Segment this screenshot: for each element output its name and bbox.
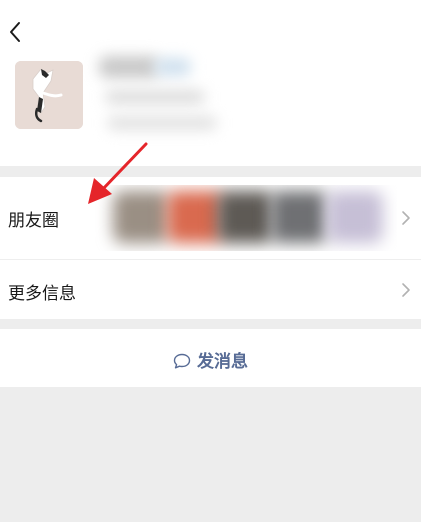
send-message-label: 发消息 bbox=[197, 352, 248, 372]
profile-header bbox=[0, 0, 421, 166]
more-info-label: 更多信息 bbox=[8, 284, 76, 304]
chevron-right-icon bbox=[401, 282, 411, 298]
more-info-row[interactable]: 更多信息 bbox=[0, 259, 421, 319]
moments-label: 朋友圈 bbox=[8, 211, 59, 231]
send-message-button[interactable]: 发消息 bbox=[0, 329, 421, 387]
chevron-left-icon bbox=[10, 22, 20, 42]
back-button[interactable] bbox=[4, 18, 28, 46]
moments-thumbnails-blurred bbox=[95, 185, 397, 251]
avatar[interactable] bbox=[15, 61, 83, 129]
profile-info-blurred bbox=[95, 50, 235, 150]
chevron-right-icon bbox=[401, 210, 411, 226]
section-divider bbox=[0, 166, 421, 177]
moments-row[interactable]: 朋友圈 bbox=[0, 177, 421, 259]
cat-photo-avatar bbox=[15, 61, 83, 129]
chat-bubble-icon bbox=[173, 353, 191, 369]
section-divider bbox=[0, 319, 421, 329]
